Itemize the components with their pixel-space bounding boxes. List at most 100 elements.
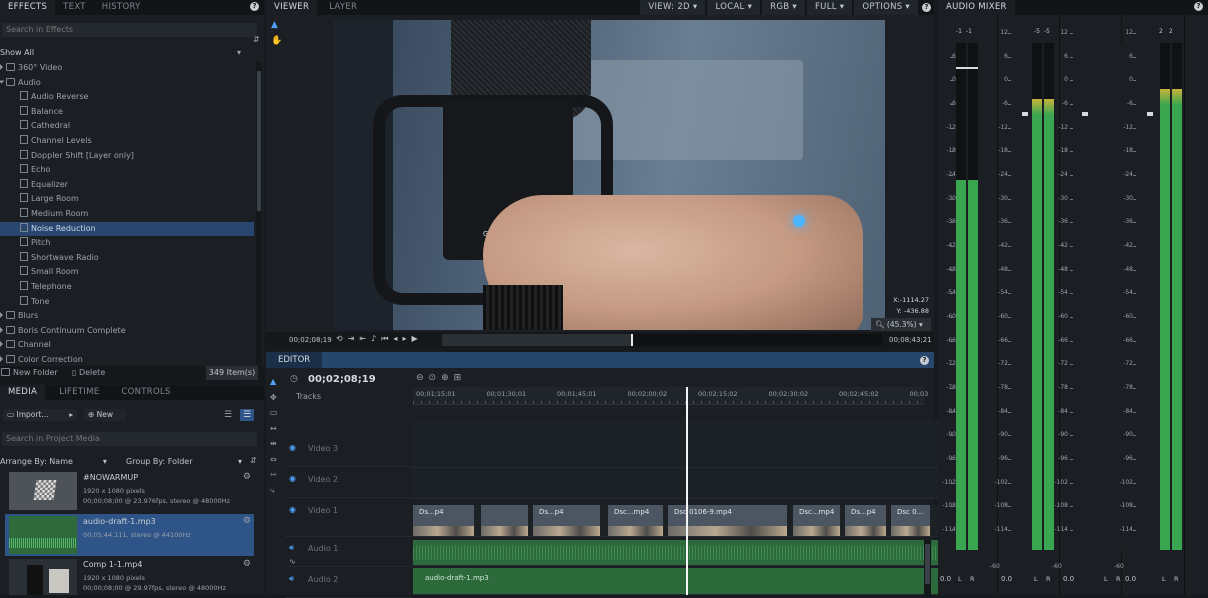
- new-folder-button[interactable]: New Folder: [1, 368, 58, 377]
- timeline-playhead[interactable]: [686, 387, 688, 595]
- track-header-video3[interactable]: ◉ Video 3: [285, 437, 412, 467]
- video-clip[interactable]: Ds...p4: [533, 505, 601, 536]
- effect-item[interactable]: Channel Levels: [0, 134, 254, 149]
- ripple-tool-icon[interactable]: ⇔: [270, 452, 282, 468]
- speaker-icon[interactable]: 🔊︎: [289, 543, 294, 553]
- track-header-video1[interactable]: ◉ Video 1: [285, 499, 412, 537]
- transform-tool-icon[interactable]: ✥: [270, 390, 282, 406]
- skip-start-icon[interactable]: ⏮: [381, 334, 393, 343]
- chevron-right-icon[interactable]: [0, 326, 3, 333]
- zoom-in-icon[interactable]: ⊕: [441, 373, 454, 383]
- media-search-input[interactable]: [2, 432, 257, 446]
- group-select[interactable]: Group By: Folder ▾: [126, 457, 242, 466]
- import-button[interactable]: ▭ Import... ▸: [3, 409, 77, 421]
- fader-value[interactable]: 0.0: [1125, 575, 1136, 583]
- loop-icon[interactable]: ⟲: [336, 334, 348, 343]
- eye-icon[interactable]: ◉: [289, 505, 296, 514]
- view-mode-dropdown[interactable]: VIEW: 2D ▾: [640, 0, 706, 15]
- set-in-icon[interactable]: ⇥: [348, 334, 360, 343]
- media-item[interactable]: audio-draft-1.mp3 00;05;44.111, stereo @…: [5, 514, 254, 556]
- eye-icon[interactable]: ◉: [289, 474, 296, 483]
- group-sort-icon[interactable]: ⇵: [250, 456, 257, 465]
- add-track-icon[interactable]: ⊞: [454, 373, 467, 383]
- detail-view-icon[interactable]: ☰: [240, 409, 254, 421]
- zoom-fit-icon[interactable]: ⊙: [429, 373, 442, 383]
- gear-icon[interactable]: ⚙: [243, 559, 251, 569]
- help-icon[interactable]: ?: [250, 2, 259, 11]
- select-tool-icon[interactable]: ▲: [270, 374, 282, 390]
- effect-item[interactable]: Doppler Shift [Layer only]: [0, 149, 254, 164]
- effect-item[interactable]: Echo: [0, 163, 254, 178]
- effect-item[interactable]: Audio Reverse: [0, 90, 254, 105]
- channel-dropdown[interactable]: RGB ▾: [762, 0, 805, 15]
- media-item[interactable]: #NOWARMUP 1920 x 1080 pixels 00;00;08;00…: [5, 470, 254, 512]
- effects-search-input[interactable]: [2, 23, 257, 37]
- snap-tool-icon[interactable]: ⤷: [270, 483, 282, 499]
- fader-knob[interactable]: [956, 67, 978, 69]
- waveform-icon[interactable]: ∿: [289, 557, 296, 566]
- audio-icon[interactable]: ♪: [371, 334, 381, 343]
- effect-folder[interactable]: Blurs: [0, 309, 254, 324]
- help-icon[interactable]: ?: [1194, 2, 1203, 11]
- fader-value[interactable]: 0.0: [1063, 575, 1074, 583]
- list-view-icon[interactable]: ☰: [224, 410, 232, 420]
- chevron-right-icon[interactable]: [0, 356, 3, 362]
- delete-button[interactable]: ▯ Delete: [72, 368, 105, 377]
- speaker-icon[interactable]: 🔊︎: [289, 574, 294, 584]
- slice-tool-icon[interactable]: ▭: [270, 405, 282, 421]
- chevron-down-icon[interactable]: [0, 80, 5, 84]
- video-clip[interactable]: Ds...p4: [845, 505, 887, 536]
- chevron-right-icon[interactable]: [0, 64, 3, 70]
- slip-tool-icon[interactable]: ↔: [270, 421, 282, 437]
- tab-lifetime[interactable]: LIFETIME: [51, 385, 107, 400]
- tab-controls[interactable]: CONTROLS: [113, 385, 178, 400]
- effect-folder[interactable]: 360° Video: [0, 61, 254, 76]
- gear-icon[interactable]: ⚙: [243, 472, 251, 482]
- zoom-dropdown[interactable]: 🔍︎ (45.3%) ▾: [871, 318, 931, 331]
- fader-knob[interactable]: [1082, 112, 1088, 116]
- chevron-right-icon[interactable]: [0, 312, 3, 319]
- arrange-select[interactable]: Arrange By: Name ▾: [0, 457, 107, 466]
- gear-icon[interactable]: ⚙: [243, 516, 251, 526]
- track-header-audio1[interactable]: 🔊︎ Audio 1 ∿: [285, 537, 412, 567]
- tab-text[interactable]: TEXT: [55, 0, 94, 15]
- select-tool-icon[interactable]: ▲: [271, 20, 278, 30]
- track-header-video2[interactable]: ◉ Video 2: [285, 468, 412, 498]
- media-item[interactable]: Comp 1-1.mp4 1920 x 1080 pixels 00;00;08…: [5, 557, 254, 595]
- video-clip[interactable]: [481, 505, 529, 536]
- fader-value[interactable]: 0.0: [940, 575, 951, 583]
- tab-audio-mixer[interactable]: AUDIO MIXER: [938, 0, 1015, 15]
- effect-item[interactable]: Balance: [0, 105, 254, 120]
- editor-timecode[interactable]: 00;02;08;19: [308, 374, 376, 385]
- effect-item[interactable]: Cathedral: [0, 119, 254, 134]
- hand-tool-icon[interactable]: ✋: [271, 36, 282, 46]
- video-clip[interactable]: Ds...p4: [413, 505, 475, 536]
- effects-scrollbar[interactable]: [256, 61, 262, 365]
- rate-tool-icon[interactable]: ⇿: [270, 467, 282, 483]
- help-icon[interactable]: ?: [920, 356, 929, 365]
- help-icon[interactable]: ?: [922, 3, 931, 12]
- effects-filter-select[interactable]: Show All ▾: [0, 46, 244, 59]
- fader-value[interactable]: 0.0: [1001, 575, 1012, 583]
- options-dropdown[interactable]: OPTIONS ▾: [854, 0, 918, 15]
- effect-item[interactable]: Noise Reduction: [0, 221, 254, 237]
- effect-item[interactable]: Large Room: [0, 192, 254, 207]
- effect-item[interactable]: Tone: [0, 295, 254, 310]
- scrub-bar[interactable]: [442, 334, 882, 346]
- effect-item[interactable]: Shortwave Radio: [0, 251, 254, 266]
- tab-editor[interactable]: EDITOR: [266, 352, 323, 368]
- new-media-button[interactable]: ⊕ New: [84, 409, 126, 421]
- play-icon[interactable]: ▶: [411, 334, 422, 343]
- video-clip[interactable]: Dsc...mp4: [608, 505, 664, 536]
- tab-viewer[interactable]: VIEWER: [266, 0, 318, 15]
- eye-icon[interactable]: ◉: [289, 443, 296, 452]
- effect-item[interactable]: Pitch: [0, 236, 254, 251]
- effect-folder[interactable]: Boris Continuum Complete: [0, 324, 254, 339]
- fader-knob[interactable]: [1147, 112, 1153, 116]
- space-dropdown[interactable]: LOCAL ▾: [707, 0, 761, 15]
- scrub-playhead[interactable]: [631, 334, 634, 346]
- video-clip[interactable]: Dsc 0...: [891, 505, 931, 536]
- track-header-audio2[interactable]: 🔊︎ Audio 2: [285, 568, 412, 598]
- effect-item[interactable]: Telephone: [0, 280, 254, 295]
- effect-item[interactable]: Equalizer: [0, 178, 254, 193]
